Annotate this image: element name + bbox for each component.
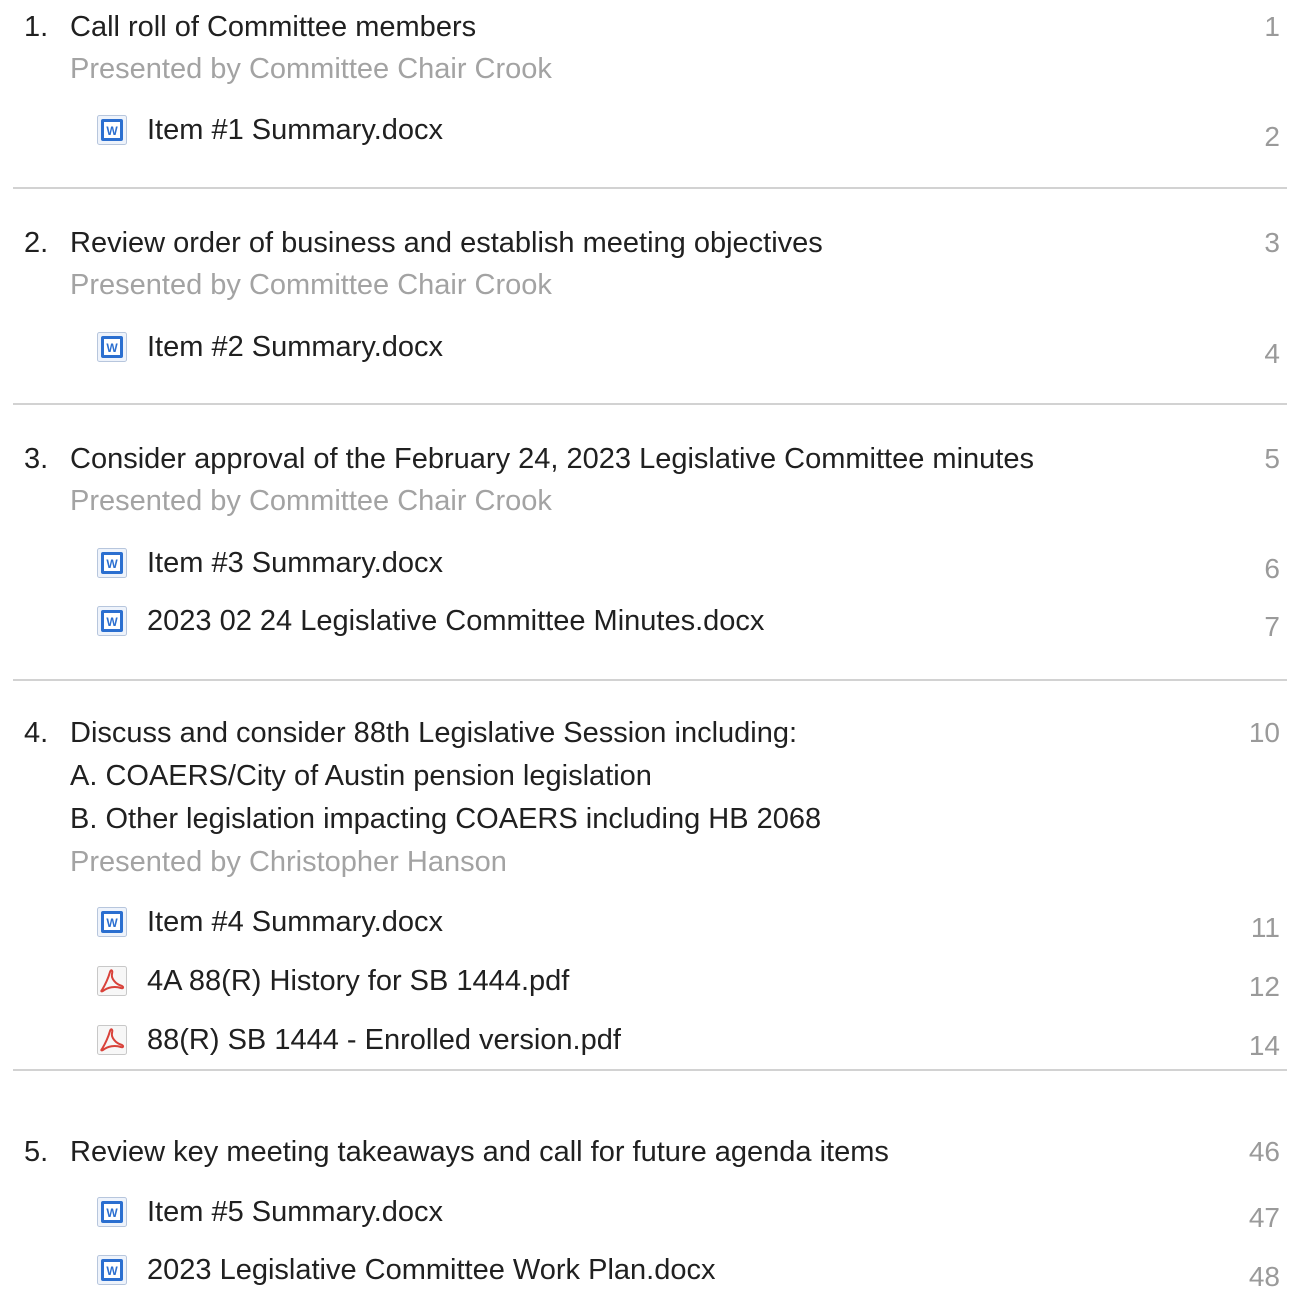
- pdf-document-icon: [96, 1024, 128, 1056]
- svg-text:W: W: [106, 341, 118, 355]
- document-name[interactable]: 88(R) SB 1444 - Enrolled version.pdf: [147, 1023, 621, 1057]
- agenda-item-title: Consider approval of the February 24, 20…: [70, 443, 1034, 475]
- page-number: 46: [1248, 1136, 1280, 1167]
- agenda-item-title: Call roll of Committee members: [70, 11, 477, 43]
- word-document-icon: W: [96, 906, 128, 938]
- page-number: 1: [1264, 11, 1280, 42]
- agenda-item-number: 4.: [24, 717, 49, 749]
- word-document-icon: W: [96, 1254, 128, 1286]
- agenda-item-number: 5.: [24, 1136, 49, 1168]
- agenda-item-title: Review order of business and establish m…: [70, 227, 823, 259]
- agenda-item-title: Discuss and consider 88th Legislative Se…: [70, 717, 798, 749]
- document-link[interactable]: W Item #4 Summary.docx: [96, 905, 443, 939]
- agenda-item-subline: A. COAERS/City of Austin pension legisla…: [70, 760, 652, 792]
- agenda-item-number: 1.: [24, 11, 49, 43]
- document-link[interactable]: W Item #3 Summary.docx: [96, 546, 443, 580]
- word-document-icon: W: [96, 605, 128, 637]
- page-number: 48: [1248, 1261, 1280, 1292]
- page-number: 11: [1250, 912, 1280, 943]
- page-number: 3: [1264, 227, 1280, 258]
- item-separator: [13, 403, 1287, 405]
- agenda-item-presenter: Presented by Committee Chair Crook: [70, 53, 552, 85]
- agenda-item-number: 2.: [24, 227, 49, 259]
- word-document-icon: W: [96, 547, 128, 579]
- pdf-document-icon: [96, 965, 128, 997]
- document-name[interactable]: Item #2 Summary.docx: [147, 330, 443, 364]
- agenda-item-presenter: Presented by Committee Chair Crook: [70, 269, 552, 301]
- page-number: 5: [1264, 443, 1280, 474]
- document-name[interactable]: Item #4 Summary.docx: [147, 905, 443, 939]
- word-document-icon: W: [96, 331, 128, 363]
- page-number: 14: [1248, 1030, 1280, 1061]
- document-link[interactable]: W Item #5 Summary.docx: [96, 1195, 443, 1229]
- item-separator: [13, 679, 1287, 681]
- page-number: 12: [1248, 971, 1280, 1002]
- document-name[interactable]: Item #5 Summary.docx: [147, 1195, 443, 1229]
- svg-text:W: W: [106, 1206, 118, 1220]
- svg-text:W: W: [106, 615, 118, 629]
- agenda-item-subline: B. Other legislation impacting COAERS in…: [70, 803, 822, 835]
- page-number: 7: [1264, 611, 1280, 642]
- agenda-item-presenter: Presented by Christopher Hanson: [70, 846, 507, 878]
- svg-text:W: W: [106, 124, 118, 138]
- document-name[interactable]: 2023 02 24 Legislative Committee Minutes…: [147, 604, 764, 638]
- page-number: 4: [1264, 338, 1280, 369]
- svg-text:W: W: [106, 916, 118, 930]
- document-link[interactable]: 4A 88(R) History for SB 1444.pdf: [96, 964, 569, 998]
- page-number: 47: [1248, 1202, 1280, 1233]
- svg-text:W: W: [106, 557, 118, 571]
- document-name[interactable]: 4A 88(R) History for SB 1444.pdf: [147, 964, 569, 998]
- document-link[interactable]: W 2023 02 24 Legislative Committee Minut…: [96, 604, 764, 638]
- document-link[interactable]: 88(R) SB 1444 - Enrolled version.pdf: [96, 1023, 621, 1057]
- agenda-item-presenter: Presented by Committee Chair Crook: [70, 485, 552, 517]
- agenda-item-number: 3.: [24, 443, 49, 475]
- word-document-icon: W: [96, 114, 128, 146]
- document-name[interactable]: 2023 Legislative Committee Work Plan.doc…: [147, 1253, 715, 1287]
- document-link[interactable]: W Item #1 Summary.docx: [96, 113, 443, 147]
- document-link[interactable]: W Item #2 Summary.docx: [96, 330, 443, 364]
- page-number: 6: [1264, 553, 1280, 584]
- document-link[interactable]: W 2023 Legislative Committee Work Plan.d…: [96, 1253, 715, 1287]
- item-separator: [13, 187, 1287, 189]
- item-separator: [13, 1069, 1287, 1071]
- page-number: 2: [1264, 121, 1280, 152]
- agenda-item-title: Review key meeting takeaways and call fo…: [70, 1136, 889, 1168]
- svg-text:W: W: [106, 1264, 118, 1278]
- document-name[interactable]: Item #1 Summary.docx: [147, 113, 443, 147]
- word-document-icon: W: [96, 1196, 128, 1228]
- document-name[interactable]: Item #3 Summary.docx: [147, 546, 443, 580]
- page-number: 10: [1248, 717, 1280, 748]
